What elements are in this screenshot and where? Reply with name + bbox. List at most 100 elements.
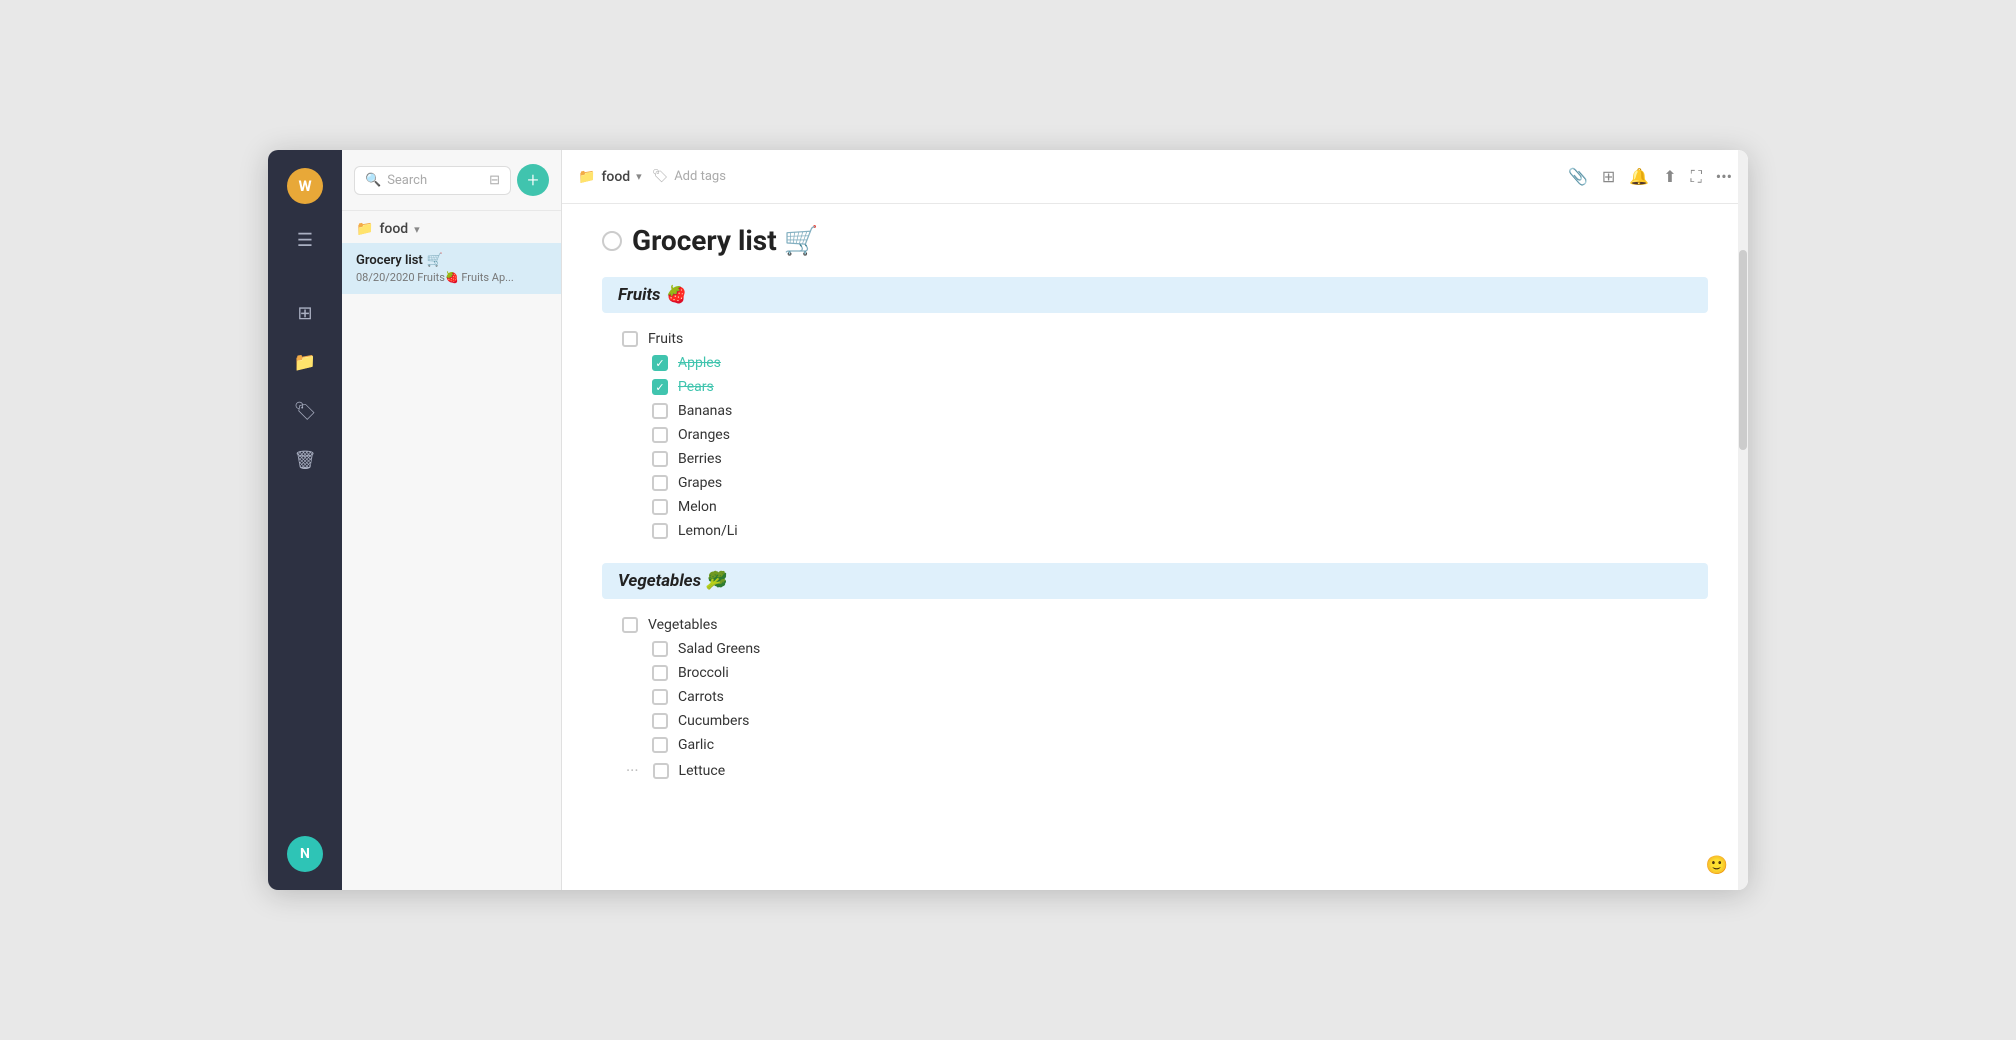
layout-icon[interactable]: ⊞ xyxy=(1602,167,1615,186)
pears-item: ✓ Pears xyxy=(622,375,1708,399)
folder-small-icon: 📁 xyxy=(356,221,373,237)
note-emoji: 🛒 xyxy=(427,253,443,268)
garlic-item: Garlic xyxy=(622,733,1708,757)
tag-icon[interactable]: 🏷 xyxy=(284,391,327,432)
vegetables-checklist: Vegetables Salad Greens Broccoli Carrots xyxy=(602,613,1708,784)
fruits-section-label: Fruits 🍓 xyxy=(618,285,686,305)
filter-icon[interactable]: ⊟ xyxy=(489,173,500,188)
search-icon: 🔍 xyxy=(365,173,381,188)
note-list-item[interactable]: Grocery list 🛒 08/20/2020 Fruits🍓 Fruits… xyxy=(342,243,561,294)
folder-name: food xyxy=(379,221,408,237)
bananas-label: Bananas xyxy=(678,403,732,419)
fruits-section-header: Fruits 🍓 xyxy=(602,277,1708,313)
apples-label: Apples xyxy=(678,355,721,371)
bananas-checkbox[interactable] xyxy=(652,403,668,419)
salad-greens-item: Salad Greens xyxy=(622,637,1708,661)
broccoli-checkbox[interactable] xyxy=(652,665,668,681)
folder-chevron-icon: ▾ xyxy=(414,223,420,236)
vegetables-section-header: Vegetables 🥦 xyxy=(602,563,1708,599)
lemon-label: Lemon/Li xyxy=(678,523,738,539)
garlic-label: Garlic xyxy=(678,737,714,753)
search-placeholder: Search xyxy=(387,173,427,188)
vegetables-section-label: Vegetables 🥦 xyxy=(618,571,726,591)
fruits-checklist: Fruits ✓ Apples ✓ Pears Bananas xyxy=(602,327,1708,543)
folder-header[interactable]: 📁 food ▾ xyxy=(342,211,561,243)
melon-label: Melon xyxy=(678,499,717,515)
dark-sidebar: W ☰ ⊞ 📁 🏷 🗑 N xyxy=(268,150,342,890)
fruits-group-checkbox[interactable] xyxy=(622,331,638,347)
apples-checkbox[interactable]: ✓ xyxy=(652,355,668,371)
fruits-group-item: Fruits xyxy=(622,327,1708,351)
note-title-checkbox[interactable] xyxy=(602,231,622,251)
notes-header: 🔍 Search ⊟ + xyxy=(342,150,561,211)
garlic-checkbox[interactable] xyxy=(652,737,668,753)
cucumbers-label: Cucumbers xyxy=(678,713,749,729)
expand-icon[interactable]: ⛶ xyxy=(1691,167,1702,187)
scrollbar-thumb[interactable] xyxy=(1739,250,1747,450)
lettuce-label: Lettuce xyxy=(679,763,726,779)
lettuce-item: ··· Lettuce xyxy=(622,757,1708,784)
vegetables-group-checkbox[interactable] xyxy=(622,617,638,633)
grapes-item: Grapes xyxy=(622,471,1708,495)
breadcrumb-chevron-icon: ▾ xyxy=(636,170,642,183)
bell-icon[interactable]: 🔔 xyxy=(1629,167,1649,186)
grid-icon[interactable]: ⊞ xyxy=(287,293,322,334)
melon-checkbox[interactable] xyxy=(652,499,668,515)
grapes-checkbox[interactable] xyxy=(652,475,668,491)
hamburger-menu-icon[interactable]: ☰ xyxy=(287,220,323,261)
salad-greens-checkbox[interactable] xyxy=(652,641,668,657)
berries-checkbox[interactable] xyxy=(652,451,668,467)
salad-greens-label: Salad Greens xyxy=(678,641,760,657)
note-title: Grocery list 🛒 xyxy=(356,253,547,268)
search-bar[interactable]: 🔍 Search ⊟ xyxy=(354,166,511,195)
workspace-avatar[interactable]: W xyxy=(287,168,323,204)
carrots-checkbox[interactable] xyxy=(652,689,668,705)
pears-checkbox[interactable]: ✓ xyxy=(652,379,668,395)
oranges-label: Oranges xyxy=(678,427,730,443)
lemon-checkbox[interactable] xyxy=(652,523,668,539)
breadcrumb[interactable]: 📁 food ▾ xyxy=(578,169,642,185)
top-bar: 📁 food ▾ 🏷 Add tags 📎 ⊞ 🔔 ⬆ ⛶ ••• xyxy=(562,150,1748,204)
note-area: Grocery list 🛒 Fruits 🍓 Fruits ✓ Apples xyxy=(562,204,1748,890)
attachment-icon[interactable]: 📎 xyxy=(1568,167,1588,186)
carrots-item: Carrots xyxy=(622,685,1708,709)
lemon-item: Lemon/Li xyxy=(622,519,1708,543)
broccoli-label: Broccoli xyxy=(678,665,729,681)
lettuce-checkbox[interactable] xyxy=(653,763,669,779)
add-note-button[interactable]: + xyxy=(517,164,549,196)
emoji-button[interactable]: 🙂 xyxy=(1706,855,1728,876)
more-options-icon[interactable]: ••• xyxy=(1716,167,1732,186)
oranges-checkbox[interactable] xyxy=(652,427,668,443)
folder-icon[interactable]: 📁 xyxy=(284,342,326,383)
berries-label: Berries xyxy=(678,451,722,467)
broccoli-item: Broccoli xyxy=(622,661,1708,685)
oranges-item: Oranges xyxy=(622,423,1708,447)
vegetables-group-item: Vegetables xyxy=(622,613,1708,637)
main-content: 📁 food ▾ 🏷 Add tags 📎 ⊞ 🔔 ⬆ ⛶ ••• xyxy=(562,150,1748,890)
vegetables-group-label: Vegetables xyxy=(648,617,717,633)
add-tags-area[interactable]: 🏷 Add tags xyxy=(652,169,726,184)
trash-icon[interactable]: 🗑 xyxy=(284,440,327,481)
note-main-title: Grocery list 🛒 xyxy=(632,224,819,257)
more-dots-indicator: ··· xyxy=(626,761,639,780)
notes-sidebar: 🔍 Search ⊟ + 📁 food ▾ Grocery list 🛒 08/… xyxy=(342,150,562,890)
breadcrumb-folder-name: food xyxy=(601,169,630,185)
pears-label: Pears xyxy=(678,379,714,395)
scrollbar-track[interactable] xyxy=(1738,150,1748,890)
tag-label-icon: 🏷 xyxy=(652,169,669,184)
apples-item: ✓ Apples xyxy=(622,351,1708,375)
berries-item: Berries xyxy=(622,447,1708,471)
share-icon[interactable]: ⬆ xyxy=(1663,167,1676,186)
note-title-section: Grocery list 🛒 xyxy=(602,224,1708,257)
bananas-item: Bananas xyxy=(622,399,1708,423)
note-meta: 08/20/2020 Fruits🍓 Fruits Ap... xyxy=(356,271,547,284)
add-tags-label: Add tags xyxy=(674,169,726,184)
app-window: W ☰ ⊞ 📁 🏷 🗑 N 🔍 Search ⊟ + 📁 food ▾ Groc xyxy=(268,150,1748,890)
cucumbers-checkbox[interactable] xyxy=(652,713,668,729)
user-avatar[interactable]: N xyxy=(287,836,323,872)
toolbar-actions: 📎 ⊞ 🔔 ⬆ ⛶ ••• xyxy=(1568,167,1732,187)
carrots-label: Carrots xyxy=(678,689,724,705)
breadcrumb-folder-icon: 📁 xyxy=(578,169,595,185)
fruits-group-label: Fruits xyxy=(648,331,683,347)
cucumbers-item: Cucumbers xyxy=(622,709,1708,733)
